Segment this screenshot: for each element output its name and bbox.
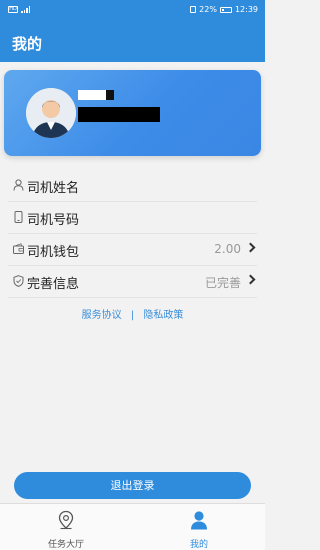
link-separator: | — [130, 310, 135, 321]
redacted-name — [78, 90, 114, 100]
wallet-icon — [13, 243, 24, 254]
battery-icon — [219, 6, 232, 13]
chevron-right-icon — [245, 242, 256, 253]
battery-percent: 22% — [199, 5, 217, 14]
person-icon — [13, 179, 24, 191]
tab-mine[interactable]: 我的 — [164, 510, 234, 550]
driver-wallet-label: 司机钱包 — [27, 245, 80, 260]
list-item-driver-phone: 司机号码 — [8, 202, 257, 234]
list-item-complete-info[interactable]: 完善信息 已完善 — [8, 266, 257, 298]
policy-links: 服务协议 | 隐私政策 — [0, 306, 265, 321]
avatar[interactable] — [26, 88, 76, 138]
vibrate-icon — [190, 6, 197, 13]
tab-task-hall-label: 任务大厅 — [47, 540, 84, 550]
info-list: 司机姓名 司机号码 司机钱包 2.00 完善信息 已完善 — [0, 170, 265, 298]
page-title: 我的 — [12, 35, 43, 53]
wallet-balance: 2.00 — [214, 242, 241, 256]
tab-mine-label: 我的 — [189, 540, 208, 550]
driver-phone-label: 司机号码 — [27, 213, 80, 228]
service-agreement-link[interactable]: 服务协议 — [82, 310, 122, 321]
complete-info-label: 完善信息 — [27, 277, 80, 292]
location-pin-icon — [58, 510, 74, 530]
header: 我的 — [0, 22, 265, 62]
tab-task-hall[interactable]: 任务大厅 — [31, 510, 101, 550]
avatar-icon — [26, 88, 76, 138]
privacy-policy-link[interactable]: 隐私政策 — [143, 310, 183, 321]
user-icon — [191, 511, 207, 530]
hd-icon: HD — [8, 6, 18, 13]
shield-icon — [13, 275, 24, 287]
list-item-driver-name: 司机姓名 — [8, 170, 257, 202]
phone-icon — [14, 211, 23, 223]
driver-name-label: 司机姓名 — [27, 181, 80, 196]
redacted-phone — [78, 107, 160, 122]
status-bar: HD 22% 12:39 — [0, 0, 265, 22]
complete-info-status: 已完善 — [204, 276, 241, 290]
profile-card — [4, 70, 261, 156]
chevron-right-icon — [245, 274, 256, 285]
tab-bar: 任务大厅 我的 — [0, 503, 265, 550]
list-item-driver-wallet[interactable]: 司机钱包 2.00 — [8, 234, 257, 266]
logout-button[interactable]: 退出登录 — [14, 472, 251, 499]
clock: 12:39 — [234, 5, 258, 14]
signal-icon — [21, 6, 30, 13]
